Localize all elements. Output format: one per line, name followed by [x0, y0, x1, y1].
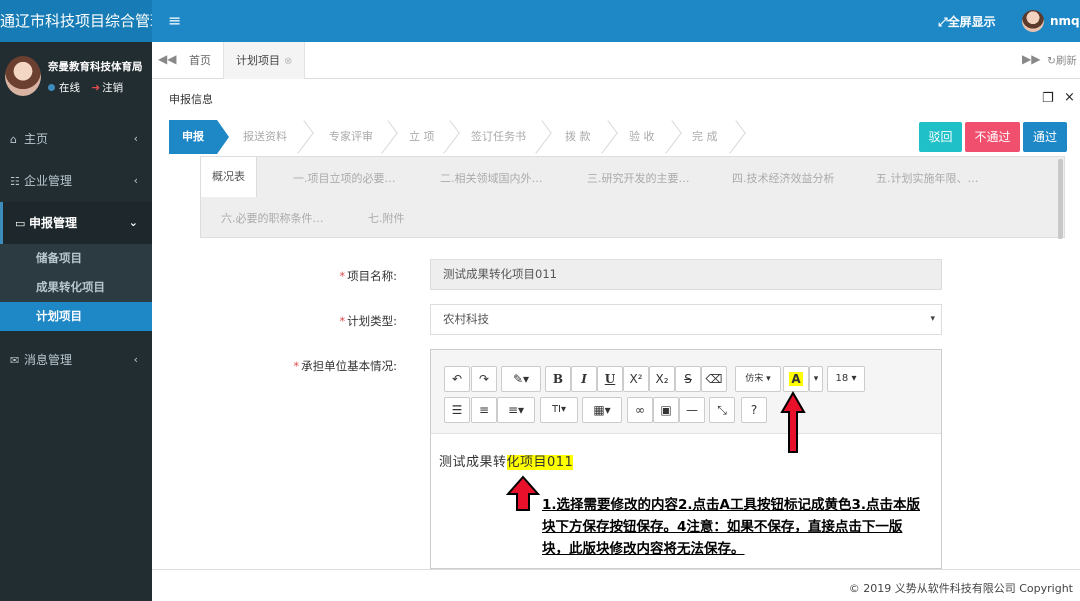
arrow-up-to-highlight-button [780, 391, 806, 453]
instruction-note: 1.选择需要修改的内容2.点击A工具按钮标记成黄色3.点击本版块下方保存按钮保存… [542, 494, 928, 560]
copyright-text: © 2019 义势从软件科技有限公司 Copyright [848, 582, 1073, 595]
footer: © 2019 义势从软件科技有限公司 Copyright [152, 569, 1080, 601]
arrow-up-to-selected-text [505, 475, 541, 511]
